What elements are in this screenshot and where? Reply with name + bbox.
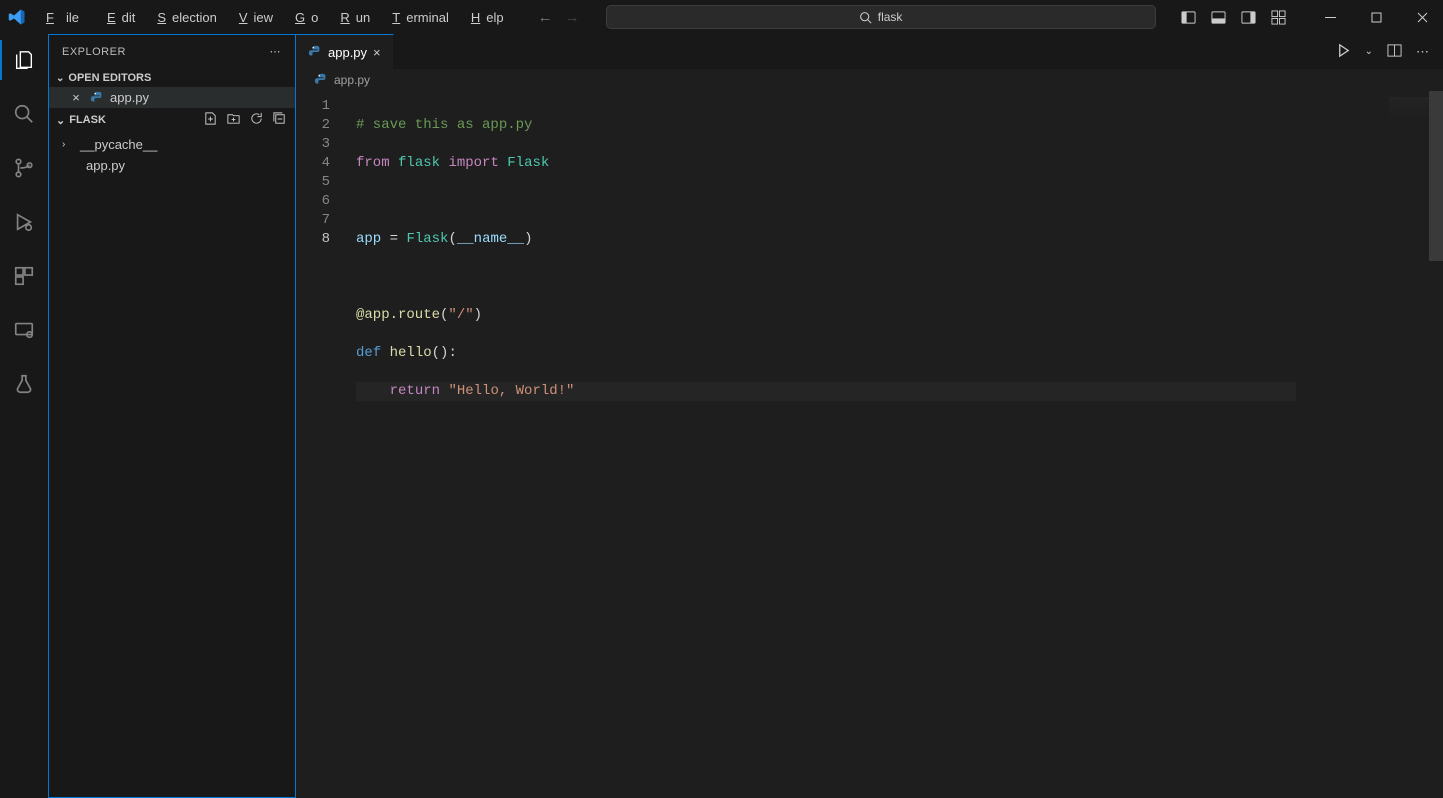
activity-bar bbox=[0, 34, 48, 798]
close-editor-icon[interactable]: × bbox=[68, 90, 84, 105]
vscode-logo-icon bbox=[8, 8, 26, 26]
command-center-search[interactable]: flask bbox=[606, 5, 1156, 29]
toggle-secondary-sidebar-icon[interactable] bbox=[1239, 10, 1257, 25]
layout-controls bbox=[1179, 10, 1287, 25]
open-editor-filename: app.py bbox=[110, 90, 149, 105]
menu-bar: File Edit Selection View Go Run Terminal… bbox=[34, 6, 510, 29]
nav-forward-icon[interactable]: → bbox=[565, 9, 580, 26]
refresh-icon[interactable] bbox=[249, 111, 264, 129]
editor-area: app.py × ⌄ ⋯ app.py 12345678 # save this… bbox=[296, 34, 1443, 798]
breadcrumb[interactable]: app.py bbox=[296, 69, 1443, 91]
activity-extensions[interactable] bbox=[0, 260, 48, 292]
python-file-icon bbox=[62, 159, 80, 173]
vertical-scrollbar[interactable] bbox=[1429, 91, 1443, 798]
menu-edit[interactable]: Edit bbox=[95, 6, 141, 29]
maximize-button[interactable] bbox=[1367, 12, 1385, 23]
close-button[interactable] bbox=[1413, 12, 1431, 23]
explorer-title: EXPLORER bbox=[62, 46, 126, 58]
toggle-panel-icon[interactable] bbox=[1209, 10, 1227, 25]
menu-terminal[interactable]: Terminal bbox=[380, 6, 455, 29]
nav-back-icon[interactable]: ← bbox=[538, 9, 553, 26]
split-editor-icon[interactable] bbox=[1387, 43, 1402, 61]
editor-tabs: app.py × ⌄ ⋯ bbox=[296, 34, 1443, 69]
titlebar: File Edit Selection View Go Run Terminal… bbox=[0, 0, 1443, 34]
chevron-down-icon: ⌄ bbox=[56, 114, 65, 127]
explorer-more-icon[interactable]: ⋯ bbox=[270, 45, 282, 58]
tab-close-icon[interactable]: × bbox=[373, 45, 381, 60]
collapse-all-icon[interactable] bbox=[272, 111, 287, 129]
folder-header[interactable]: ⌄ FLASK bbox=[48, 108, 295, 132]
folder-name: FLASK bbox=[69, 114, 106, 126]
activity-remote[interactable] bbox=[0, 314, 48, 346]
nav-arrows: ← → bbox=[538, 9, 580, 26]
menu-selection[interactable]: Selection bbox=[145, 6, 222, 29]
tree-file-apppy[interactable]: app.py bbox=[48, 155, 295, 176]
explorer-sidebar: EXPLORER ⋯ ⌄ OPEN EDITORS × app.py ⌄ FLA… bbox=[48, 34, 296, 798]
run-file-icon[interactable] bbox=[1336, 43, 1351, 61]
menu-help[interactable]: Help bbox=[459, 6, 510, 29]
new-file-icon[interactable] bbox=[203, 111, 218, 129]
customize-layout-icon[interactable] bbox=[1269, 10, 1287, 25]
chevron-right-icon: › bbox=[62, 139, 74, 150]
menu-view[interactable]: View bbox=[227, 6, 279, 29]
minimize-button[interactable] bbox=[1321, 12, 1339, 23]
chevron-down-icon: ⌄ bbox=[56, 73, 64, 84]
tree-folder-pycache[interactable]: › __pycache__ bbox=[48, 134, 295, 155]
window-controls bbox=[1321, 12, 1431, 23]
tab-apppy[interactable]: app.py × bbox=[296, 34, 394, 69]
code-content: # save this as app.py from flask import … bbox=[346, 91, 1296, 798]
code-editor[interactable]: 12345678 # save this as app.py from flas… bbox=[296, 91, 1443, 798]
python-file-icon bbox=[90, 91, 104, 105]
editor-more-icon[interactable]: ⋯ bbox=[1416, 44, 1429, 60]
python-file-icon bbox=[308, 45, 322, 59]
tab-label: app.py bbox=[328, 45, 367, 60]
menu-go[interactable]: Go bbox=[283, 6, 324, 29]
python-file-icon bbox=[314, 73, 328, 87]
activity-testing[interactable] bbox=[0, 368, 48, 400]
search-value: flask bbox=[878, 10, 903, 24]
menu-run[interactable]: Run bbox=[328, 6, 376, 29]
new-folder-icon[interactable] bbox=[226, 111, 241, 129]
line-gutter: 12345678 bbox=[296, 91, 346, 798]
open-editors-header[interactable]: ⌄ OPEN EDITORS bbox=[48, 69, 295, 87]
activity-source-control[interactable] bbox=[0, 152, 48, 184]
minimap[interactable] bbox=[1389, 97, 1429, 121]
search-icon bbox=[859, 11, 872, 24]
run-dropdown-icon[interactable]: ⌄ bbox=[1365, 46, 1373, 57]
activity-explorer[interactable] bbox=[0, 44, 48, 76]
open-editor-item[interactable]: × app.py bbox=[48, 87, 295, 108]
toggle-primary-sidebar-icon[interactable] bbox=[1179, 10, 1197, 25]
activity-run-debug[interactable] bbox=[0, 206, 48, 238]
file-tree: › __pycache__ app.py bbox=[48, 132, 295, 178]
activity-search[interactable] bbox=[0, 98, 48, 130]
menu-file[interactable]: File bbox=[34, 6, 91, 29]
